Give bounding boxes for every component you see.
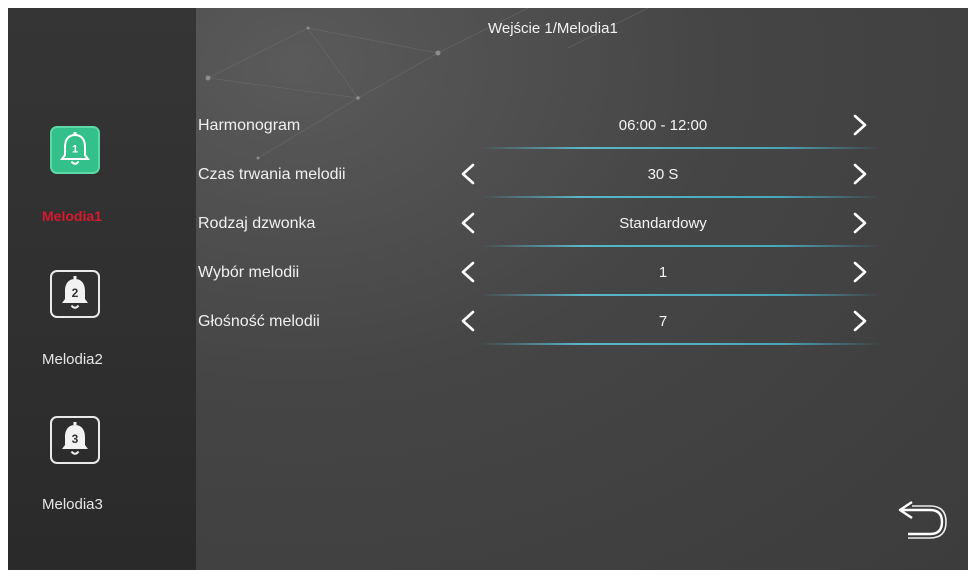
svg-text:3: 3 <box>72 432 79 446</box>
setting-value: 7 <box>658 313 668 330</box>
setting-label: Czas trwania melodii <box>198 166 346 183</box>
setting-value: 06:00 - 12:00 <box>618 117 708 134</box>
setting-value: 30 S <box>647 166 679 183</box>
chevron-right-icon[interactable] <box>848 307 872 335</box>
chevron-right-icon[interactable] <box>848 209 872 237</box>
setting-value: Standardowy <box>619 215 707 232</box>
value-underline <box>480 196 880 198</box>
setting-label: Wybór melodii <box>198 264 300 281</box>
value-underline <box>480 147 880 149</box>
value-underline <box>480 294 880 296</box>
sidebar-item-label: Melodia3 <box>42 496 103 513</box>
setting-row-rodzaj-dzwonka[interactable]: Rodzaj dzwonka Standardowy <box>8 209 968 253</box>
value-underline <box>480 245 880 247</box>
chevron-right-icon[interactable] <box>848 111 872 139</box>
chevron-left-icon[interactable] <box>456 160 480 188</box>
chevron-left-icon[interactable] <box>456 258 480 286</box>
bell-icon: 3 <box>50 416 100 464</box>
setting-row-wybor-melodii[interactable]: Wybór melodii 1 <box>8 258 968 302</box>
setting-row-glosnosc-melodii[interactable]: Głośność melodii 7 <box>8 307 968 351</box>
setting-value: 1 <box>658 264 668 281</box>
setting-row-harmonogram[interactable]: Harmonogram 06:00 - 12:00 <box>8 111 968 155</box>
value-underline <box>480 343 880 345</box>
chevron-left-icon[interactable] <box>456 307 480 335</box>
setting-row-czas-trwania[interactable]: Czas trwania melodii 30 S <box>8 160 968 204</box>
page-title: Wejście 1/Melodia1 <box>488 20 618 37</box>
chevron-right-icon[interactable] <box>848 258 872 286</box>
sidebar-item-label: Melodia2 <box>42 351 103 368</box>
setting-label: Głośność melodii <box>198 313 320 330</box>
chevron-left-icon[interactable] <box>456 209 480 237</box>
chevron-right-icon[interactable] <box>848 160 872 188</box>
melody-settings-screen: 1 Melodia1 2 Melodia2 3 Melodia3 Wejście… <box>8 8 968 570</box>
back-arrow-icon[interactable] <box>894 492 950 540</box>
setting-label: Rodzaj dzwonka <box>198 215 316 232</box>
setting-label: Harmonogram <box>198 117 301 134</box>
